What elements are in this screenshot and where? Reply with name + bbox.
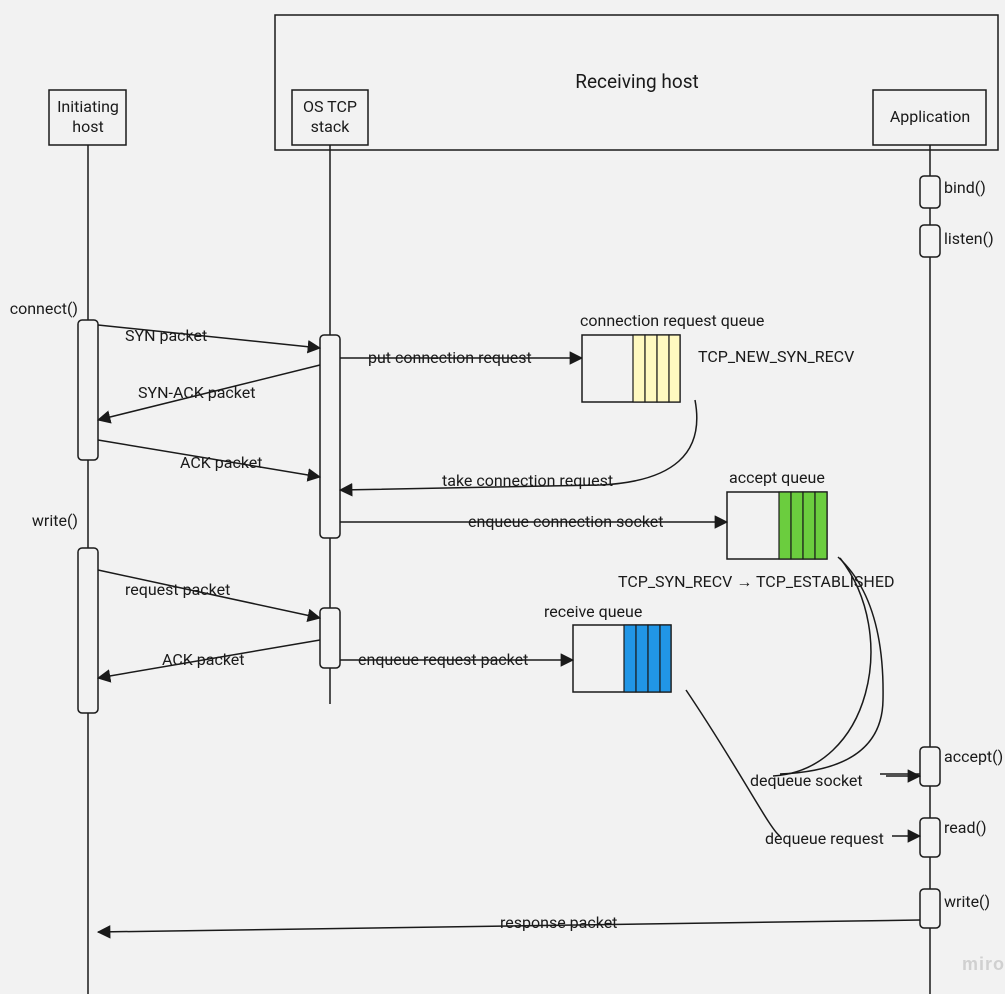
connect-activation	[78, 320, 98, 460]
put-conn-label: put connection request	[368, 348, 532, 367]
dequeue-request-label: dequeue request	[765, 829, 884, 848]
tcp-new-syn-label: TCP_NEW_SYN_RECV	[698, 347, 854, 366]
bind-activation	[920, 176, 940, 208]
miro-watermark: miro	[962, 954, 1005, 974]
enqueue-req-label: enqueue request packet	[358, 650, 528, 669]
response-label: response packet	[500, 913, 617, 932]
conn-queue-slot-4	[669, 335, 680, 402]
os-tcp-activation-2	[320, 608, 340, 668]
accept-label: accept()	[944, 747, 1003, 766]
accept-queue-slot-1	[779, 492, 791, 559]
req-packet-label: request packet	[125, 580, 230, 599]
read-activation	[920, 818, 940, 857]
bind-label: bind()	[944, 178, 986, 197]
os-tcp-activation-1	[320, 335, 340, 538]
conn-queue-label: connection request queue	[580, 311, 764, 330]
synack-label: SYN-ACK packet	[138, 383, 255, 402]
syn-label: SYN packet	[125, 326, 207, 345]
receive-queue-slot-3	[648, 625, 660, 692]
dequeue-request-curve	[686, 690, 780, 836]
ack-label: ACK packet	[180, 453, 263, 472]
accept-queue-slot-2	[791, 492, 803, 559]
conn-queue-slot-3	[657, 335, 669, 402]
receive-queue-slot-1	[624, 625, 636, 692]
receive-queue-slot-2	[636, 625, 648, 692]
write-server-activation	[920, 889, 940, 928]
conn-queue-slot-2	[645, 335, 657, 402]
listen-activation	[920, 225, 940, 257]
listen-label: listen()	[944, 229, 994, 248]
initiating-host-label-1: Initiating	[57, 97, 119, 116]
connect-label: connect()	[10, 299, 78, 318]
os-tcp-label-1: OS TCP	[303, 97, 357, 116]
receiving-host-title: Receiving host	[575, 70, 698, 93]
accept-queue-label: accept queue	[729, 468, 825, 487]
receive-queue-slot-4	[660, 625, 671, 692]
accept-activation	[920, 747, 940, 786]
initiating-host-label-2: host	[72, 117, 103, 136]
accept-queue-slot-3	[803, 492, 815, 559]
write-server-label: write()	[944, 892, 990, 911]
write-client-label: write()	[32, 511, 78, 530]
read-label: read()	[944, 818, 987, 837]
write-client-activation	[78, 548, 98, 713]
os-tcp-label-2: stack	[311, 117, 351, 136]
receive-queue-label: receive queue	[544, 602, 642, 621]
conn-queue-slot-1	[633, 335, 645, 402]
accept-queue-slot-4	[815, 492, 827, 559]
application-label: Application	[890, 107, 970, 126]
dequeue-socket-label: dequeue socket	[750, 771, 863, 790]
take-conn-label: take connection request	[442, 471, 613, 490]
enqueue-sock-label: enqueue connection socket	[468, 512, 664, 531]
ack-packet-2-label: ACK packet	[162, 650, 245, 669]
